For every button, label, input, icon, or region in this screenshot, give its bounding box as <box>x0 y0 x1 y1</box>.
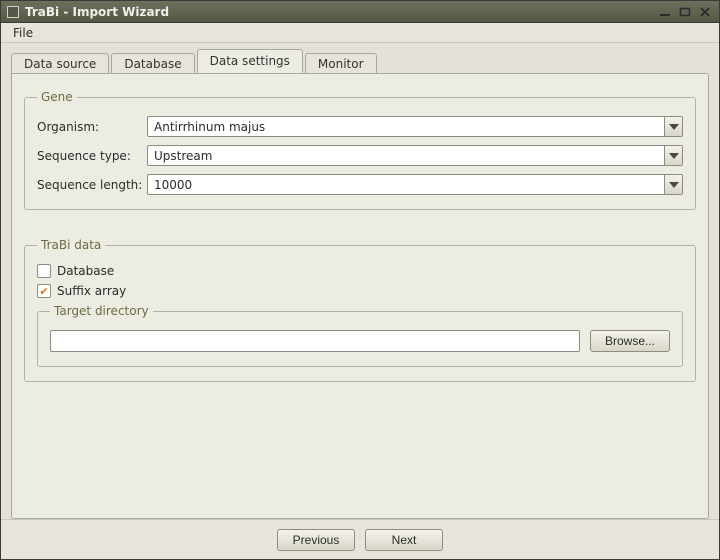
chevron-down-icon[interactable] <box>664 117 682 136</box>
app-icon <box>7 6 19 18</box>
trabi-data-group: TraBi data ✔ Database ✔ Suffix array Tar… <box>24 238 696 382</box>
tab-label: Data source <box>24 57 96 71</box>
suffix-check-row: ✔ Suffix array <box>37 284 683 298</box>
seqlen-value: 10000 <box>148 175 664 194</box>
chevron-down-icon[interactable] <box>664 146 682 165</box>
tab-data-source[interactable]: Data source <box>11 53 109 74</box>
seqlen-combo[interactable]: 10000 <box>147 174 683 195</box>
database-check-label: Database <box>57 264 114 278</box>
gene-legend: Gene <box>37 90 77 104</box>
tab-label: Monitor <box>318 57 364 71</box>
menubar: File <box>1 23 719 43</box>
organism-row: Organism: Antirrhinum majus <box>37 116 683 137</box>
menu-file[interactable]: File <box>5 24 41 42</box>
titlebar: TraBi - Import Wizard <box>1 1 719 23</box>
seqtype-value: Upstream <box>148 146 664 165</box>
tab-content: Gene Organism: Antirrhinum majus Sequenc… <box>11 73 709 519</box>
seqtype-row: Sequence type: Upstream <box>37 145 683 166</box>
organism-label: Organism: <box>37 120 147 134</box>
database-checkbox[interactable]: ✔ <box>37 264 51 278</box>
trabi-legend: TraBi data <box>37 238 105 252</box>
target-directory-input[interactable] <box>50 330 580 352</box>
gene-group: Gene Organism: Antirrhinum majus Sequenc… <box>24 90 696 210</box>
tab-database[interactable]: Database <box>111 53 194 74</box>
tab-label: Data settings <box>210 54 290 68</box>
maximize-button[interactable] <box>677 5 693 19</box>
database-check-row: ✔ Database <box>37 264 683 278</box>
seqtype-label: Sequence type: <box>37 149 147 163</box>
next-button[interactable]: Next <box>365 529 443 551</box>
organism-combo[interactable]: Antirrhinum majus <box>147 116 683 137</box>
target-legend: Target directory <box>50 304 153 318</box>
browse-button[interactable]: Browse... <box>590 330 670 352</box>
check-icon: ✔ <box>39 286 48 297</box>
target-row: Browse... <box>50 330 670 352</box>
tab-row: Data source Database Data settings Monit… <box>1 43 719 73</box>
app-window: TraBi - Import Wizard File Data source D… <box>0 0 720 560</box>
organism-value: Antirrhinum majus <box>148 117 664 136</box>
seqlen-label: Sequence length: <box>37 178 147 192</box>
wizard-footer: Previous Next <box>1 519 719 559</box>
tab-monitor[interactable]: Monitor <box>305 53 377 74</box>
suffix-check-label: Suffix array <box>57 284 126 298</box>
tab-data-settings[interactable]: Data settings <box>197 49 303 73</box>
seqtype-combo[interactable]: Upstream <box>147 145 683 166</box>
chevron-down-icon[interactable] <box>664 175 682 194</box>
suffix-checkbox[interactable]: ✔ <box>37 284 51 298</box>
tab-label: Database <box>124 57 181 71</box>
target-directory-group: Target directory Browse... <box>37 304 683 367</box>
previous-button[interactable]: Previous <box>277 529 355 551</box>
window-title: TraBi - Import Wizard <box>25 5 169 19</box>
seqlen-row: Sequence length: 10000 <box>37 174 683 195</box>
close-button[interactable] <box>697 5 713 19</box>
minimize-button[interactable] <box>657 5 673 19</box>
